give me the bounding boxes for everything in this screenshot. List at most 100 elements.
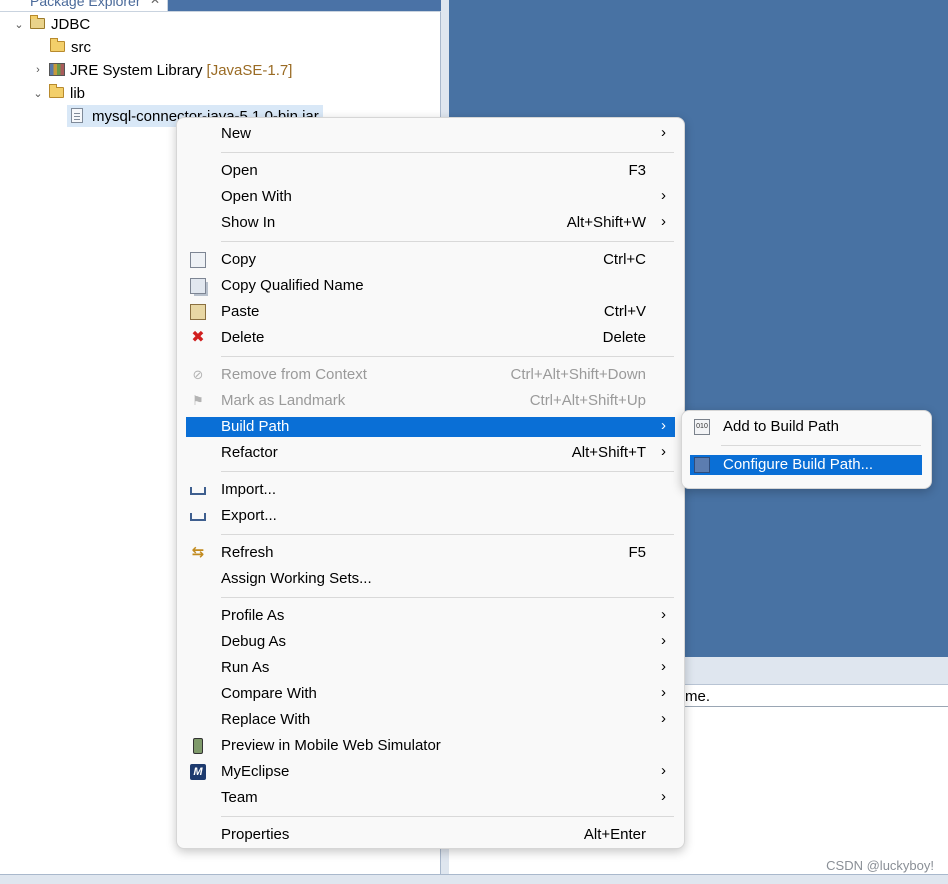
chevron-right-icon: › [661,658,666,675]
menu-item-shortcut: Delete [602,329,646,346]
menu-item-build-path[interactable]: Build Path › [186,417,675,437]
menu-item-export[interactable]: Export... [186,506,675,526]
menu-item-shortcut: F5 [628,544,646,561]
chevron-right-icon: › [661,788,666,805]
menu-item-label: Replace With [221,711,311,728]
tree-item-label: lib [70,84,86,102]
menu-item-label: Build Path [221,418,290,435]
chevron-right-icon: › [661,443,666,460]
package-explorer-header: Package Explorer ✕ [0,0,441,12]
menu-separator [221,471,674,472]
menu-item-label: Compare With [221,685,317,702]
chevron-right-icon[interactable]: › [31,64,45,76]
menu-item-refresh[interactable]: ⇆ Refresh F5 [186,543,675,563]
tree-item-jre-library[interactable]: › JRE System Library [JavaSE-1.7] [31,59,292,81]
menu-item-label: Assign Working Sets... [221,570,372,587]
divider [685,706,948,707]
menu-item-label: Debug As [221,633,287,650]
view-toolbar [168,0,441,11]
chevron-right-icon: › [661,124,666,141]
chevron-right-icon: › [661,762,666,779]
menu-item-myeclipse[interactable]: M MyEclipse › [186,762,675,782]
menu-item-compare-with[interactable]: Compare With › [186,684,675,704]
menu-item-team[interactable]: Team › [186,788,675,808]
menu-separator [221,152,674,153]
context-menu: New › Open F3 Open With › Show In Alt+Sh… [176,117,685,849]
menu-item-assign-working-sets[interactable]: Assign Working Sets... [186,569,675,589]
menu-item-label: Paste [221,303,260,320]
menu-item-import[interactable]: Import... [186,480,675,500]
import-icon [190,487,206,495]
menu-item-copy-qualified-name[interactable]: Copy Qualified Name [186,276,675,296]
menu-item-shortcut: Alt+Enter [583,826,646,843]
chevron-right-icon: › [661,606,666,623]
menu-separator [221,241,674,242]
chevron-down-icon[interactable]: ⌄ [31,87,45,100]
menu-item-label: Show In [221,214,276,231]
menu-item-label: Team [221,789,258,806]
tree-item-project[interactable]: ⌄ JDBC [12,13,90,35]
menu-item-shortcut: Alt+Shift+T [571,444,646,461]
menu-item-paste[interactable]: Paste Ctrl+V [186,302,675,322]
menu-item-shortcut: Ctrl+V [603,303,646,320]
folder-icon [49,84,65,101]
chevron-right-icon: › [661,710,666,727]
add-build-path-icon: 010 [694,419,710,435]
configure-build-path-icon [694,457,710,473]
menu-item-add-to-build-path[interactable]: 010 Add to Build Path [690,417,922,437]
menu-item-label: Copy [221,251,257,268]
menu-item-label: Copy Qualified Name [221,277,364,294]
menu-item-shortcut: Ctrl+C [603,251,646,268]
export-icon [190,513,206,521]
package-explorer-tab-label: Package Explorer [30,0,141,9]
menu-item-delete[interactable]: ✖ Delete Delete [186,328,675,348]
tree-item-src[interactable]: src [50,36,91,58]
menu-item-debug-as[interactable]: Debug As › [186,632,675,652]
menu-item-shortcut: Ctrl+Alt+Shift+Down [510,366,646,383]
mobile-simulator-icon [193,738,203,754]
menu-item-label: Properties [221,826,290,843]
menu-item-label: Delete [221,329,265,346]
menu-item-label: Run As [221,659,270,676]
menu-item-label: Refactor [221,444,278,461]
menu-item-properties[interactable]: Properties Alt+Enter [186,825,675,845]
menu-item-new[interactable]: New › [186,124,675,144]
paste-icon [190,304,206,320]
menu-item-label: Open With [221,188,292,205]
menu-separator [221,356,674,357]
menu-item-open[interactable]: Open F3 [186,161,675,181]
menu-item-copy[interactable]: Copy Ctrl+C [186,250,675,270]
menu-item-label: Add to Build Path [723,418,839,435]
menu-item-open-with[interactable]: Open With › [186,187,675,207]
tree-item-lib[interactable]: ⌄ lib [31,82,85,104]
menu-item-label: Remove from Context [221,366,367,383]
chevron-down-icon[interactable]: ⌄ [12,18,26,31]
menu-item-label: New [221,125,252,142]
menu-item-label: Mark as Landmark [221,392,346,409]
menu-item-label: Import... [221,481,277,498]
menu-item-label: Refresh [221,544,274,561]
menu-item-configure-build-path[interactable]: Configure Build Path... [690,455,922,475]
menu-item-shortcut: F3 [628,162,646,179]
chevron-right-icon: › [661,213,666,230]
chevron-right-icon: › [661,684,666,701]
menu-item-label: Export... [221,507,277,524]
watermark: CSDN @luckyboy! [826,858,934,873]
project-folder-icon [30,15,46,32]
menu-item-preview-mobile-simulator[interactable]: Preview in Mobile Web Simulator [186,736,675,756]
menu-item-replace-with[interactable]: Replace With › [186,710,675,730]
menu-item-profile-as[interactable]: Profile As › [186,606,675,626]
menu-item-label: Profile As [221,607,285,624]
myeclipse-icon: M [190,764,206,780]
package-explorer-tab[interactable]: Package Explorer ✕ [0,0,168,11]
menu-separator [721,445,921,446]
menu-item-show-in[interactable]: Show In Alt+Shift+W › [186,213,675,233]
copy-icon [190,252,206,268]
delete-icon: ✖ [191,329,205,346]
status-bar [0,874,948,884]
menu-item-label: Preview in Mobile Web Simulator [221,737,441,754]
close-icon[interactable]: ✕ [150,0,160,7]
menu-item-refactor[interactable]: Refactor Alt+Shift+T › [186,443,675,463]
landmark-icon: ⚑ [192,393,204,408]
menu-item-run-as[interactable]: Run As › [186,658,675,678]
